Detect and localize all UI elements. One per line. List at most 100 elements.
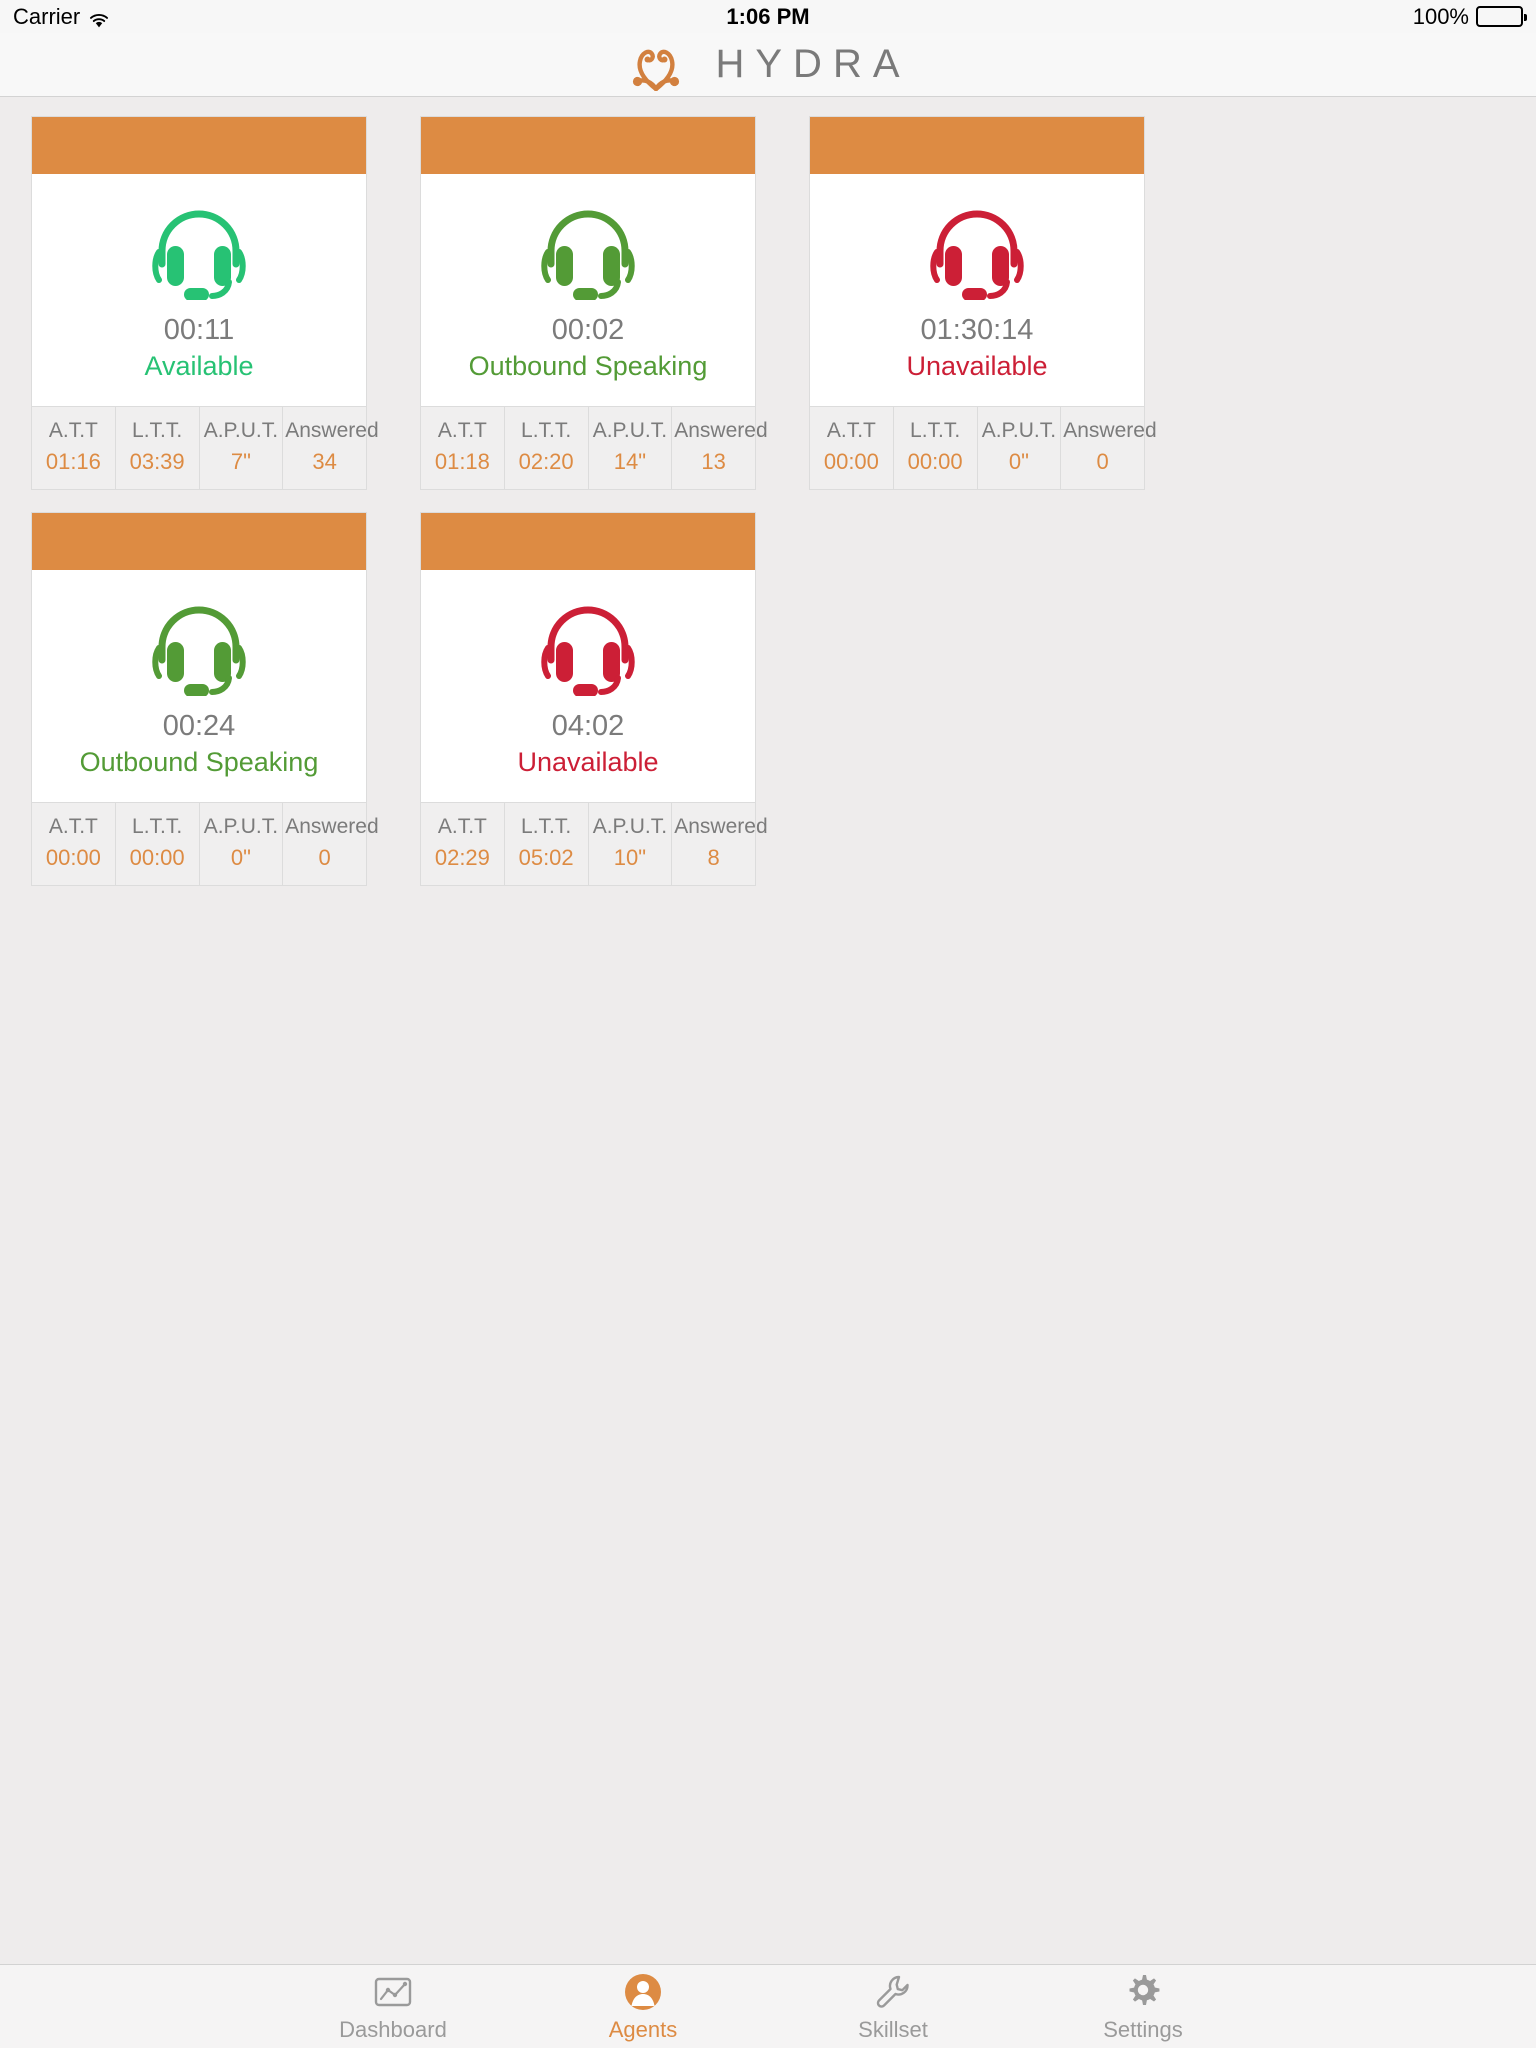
tab-label: Dashboard bbox=[339, 2016, 447, 2042]
stat-label: A.P.U.T. bbox=[592, 419, 668, 442]
tab-label: Settings bbox=[1103, 2016, 1183, 2042]
stat-aput: A.P.U.T. 14" bbox=[589, 407, 673, 489]
agent-status: Outbound Speaking bbox=[468, 351, 708, 381]
stat-label: Answered bbox=[1063, 419, 1157, 442]
stat-label: A.P.U.T. bbox=[981, 419, 1057, 442]
agent-status: Outbound Speaking bbox=[79, 746, 319, 777]
stat-label: L.T.T. bbox=[910, 419, 961, 442]
tab-agents[interactable]: Agents bbox=[563, 1971, 723, 2043]
stat-att: A.T.T 02:29 bbox=[421, 802, 505, 885]
headset-icon bbox=[538, 598, 638, 697]
stat-label: A.T.T bbox=[826, 419, 876, 442]
agents-person-icon bbox=[622, 1971, 664, 2013]
stat-ltt: L.T.T. 03:39 bbox=[116, 407, 200, 489]
agent-card[interactable]: 01:30:14 Unavailable A.T.T 00:00 L.T.T. … bbox=[809, 116, 1157, 490]
stat-value: 00:00 bbox=[45, 845, 101, 870]
stat-label: A.T.T bbox=[48, 814, 98, 838]
agent-stats: A.T.T 01:16 L.T.T. 03:39 A.P.U.T. 7" Ans… bbox=[32, 407, 379, 489]
stat-value: 03:39 bbox=[129, 449, 185, 475]
app-header: HYDRA bbox=[0, 33, 1536, 97]
agent-status: Unavailable bbox=[517, 746, 659, 777]
stat-label: A.P.U.T. bbox=[203, 419, 279, 442]
agent-card-body: 00:24 Outbound Speaking bbox=[32, 569, 366, 803]
agent-card[interactable]: 00:11 Available A.T.T 01:16 L.T.T. 03:39… bbox=[31, 116, 379, 490]
stat-value: 14" bbox=[613, 449, 647, 475]
stat-ltt: L.T.T. 05:02 bbox=[505, 802, 589, 885]
stat-att: A.T.T 00:00 bbox=[32, 802, 116, 885]
stat-aput: A.P.U.T. 0" bbox=[200, 802, 284, 885]
stat-value: 0 bbox=[1096, 449, 1109, 475]
stat-value: 00:00 bbox=[129, 845, 185, 870]
stat-answered: Answered 13 bbox=[672, 407, 768, 489]
status-bar: Carrier 1:06 PM 100% bbox=[0, 0, 1536, 33]
agent-card-body: 00:11 Available bbox=[32, 174, 366, 407]
hydra-swirl-logo-icon bbox=[625, 39, 687, 91]
stat-value: 8 bbox=[707, 845, 720, 870]
agent-card[interactable]: 04:02 Unavailable A.T.T 02:29 L.T.T. 05:… bbox=[420, 511, 768, 886]
headset-icon bbox=[149, 598, 249, 697]
stat-label: Answered bbox=[674, 419, 768, 442]
stat-label: L.T.T. bbox=[132, 419, 183, 442]
stat-value: 02:29 bbox=[434, 845, 490, 870]
agent-card-banner bbox=[32, 512, 366, 570]
stat-value: 05:02 bbox=[518, 845, 574, 870]
settings-gear-icon bbox=[1122, 1971, 1164, 2013]
headset-icon bbox=[538, 202, 638, 301]
dashboard-chart-icon bbox=[372, 1971, 414, 2013]
battery-full-icon bbox=[1476, 6, 1527, 27]
stat-value: 00:00 bbox=[823, 449, 879, 475]
agent-card-banner bbox=[421, 512, 755, 570]
stat-label: Answered bbox=[674, 814, 768, 838]
stat-att: A.T.T 00:00 bbox=[810, 407, 894, 489]
stat-aput: A.P.U.T. 10" bbox=[589, 802, 673, 885]
agent-timer: 01:30:14 bbox=[920, 314, 1034, 346]
stat-value: 0" bbox=[230, 845, 251, 870]
stat-label: Answered bbox=[285, 419, 379, 442]
stat-value: 01:18 bbox=[434, 449, 490, 475]
stat-att: A.T.T 01:16 bbox=[32, 407, 116, 489]
tab-label: Skillset bbox=[858, 2016, 928, 2042]
stat-label: A.T.T bbox=[437, 814, 487, 838]
agent-stats: A.T.T 01:18 L.T.T. 02:20 A.P.U.T. 14" An… bbox=[421, 407, 768, 489]
status-bar-clock: 1:06 PM bbox=[726, 3, 810, 29]
agent-timer: 00:24 bbox=[162, 709, 236, 742]
stat-answered: Answered 34 bbox=[283, 407, 379, 489]
stat-label: L.T.T. bbox=[132, 814, 183, 838]
agent-card-banner bbox=[32, 117, 366, 174]
stat-att: A.T.T 01:18 bbox=[421, 407, 505, 489]
tab-skillset[interactable]: Skillset bbox=[813, 1971, 973, 2043]
battery-percent-label: 100% bbox=[1412, 3, 1469, 29]
stat-value: 00:00 bbox=[907, 449, 963, 475]
stat-value: 02:20 bbox=[518, 449, 574, 475]
app-title: HYDRA bbox=[715, 42, 911, 86]
stat-label: A.P.U.T. bbox=[592, 814, 668, 838]
stat-aput: A.P.U.T. 7" bbox=[200, 407, 284, 489]
tab-bar: Dashboard Agents Skillset Settings bbox=[0, 1964, 1536, 2048]
tab-settings[interactable]: Settings bbox=[1063, 1971, 1223, 2043]
agent-timer: 04:02 bbox=[551, 709, 625, 742]
stat-label: L.T.T. bbox=[521, 419, 572, 442]
agent-card[interactable]: 00:02 Outbound Speaking A.T.T 01:18 L.T.… bbox=[420, 116, 768, 490]
stat-aput: A.P.U.T. 0" bbox=[978, 407, 1062, 489]
agent-stats: A.T.T 00:00 L.T.T. 00:00 A.P.U.T. 0" Ans… bbox=[32, 802, 379, 885]
stat-value: 01:16 bbox=[45, 449, 101, 475]
stat-value: 34 bbox=[312, 449, 337, 475]
stat-label: A.T.T bbox=[48, 419, 98, 442]
stat-label: A.T.T bbox=[437, 419, 487, 442]
agent-card-body: 04:02 Unavailable bbox=[421, 569, 755, 803]
agent-timer: 00:02 bbox=[551, 314, 625, 346]
agent-stats: A.T.T 02:29 L.T.T. 05:02 A.P.U.T. 10" An… bbox=[421, 802, 768, 885]
agent-card-body: 01:30:14 Unavailable bbox=[810, 174, 1144, 407]
stat-label: L.T.T. bbox=[521, 814, 572, 838]
status-bar-right: 100% bbox=[1412, 3, 1527, 30]
stat-label: A.P.U.T. bbox=[203, 814, 279, 838]
agent-card-body: 00:02 Outbound Speaking bbox=[421, 174, 755, 407]
tab-dashboard[interactable]: Dashboard bbox=[313, 1971, 473, 2043]
agent-status: Available bbox=[144, 351, 254, 381]
agent-card[interactable]: 00:24 Outbound Speaking A.T.T 00:00 L.T.… bbox=[31, 511, 379, 886]
agent-card-banner bbox=[421, 117, 755, 174]
stat-ltt: L.T.T. 00:00 bbox=[894, 407, 978, 489]
headset-icon bbox=[927, 202, 1027, 301]
agent-status: Unavailable bbox=[906, 351, 1048, 381]
stat-ltt: L.T.T. 00:00 bbox=[116, 802, 200, 885]
